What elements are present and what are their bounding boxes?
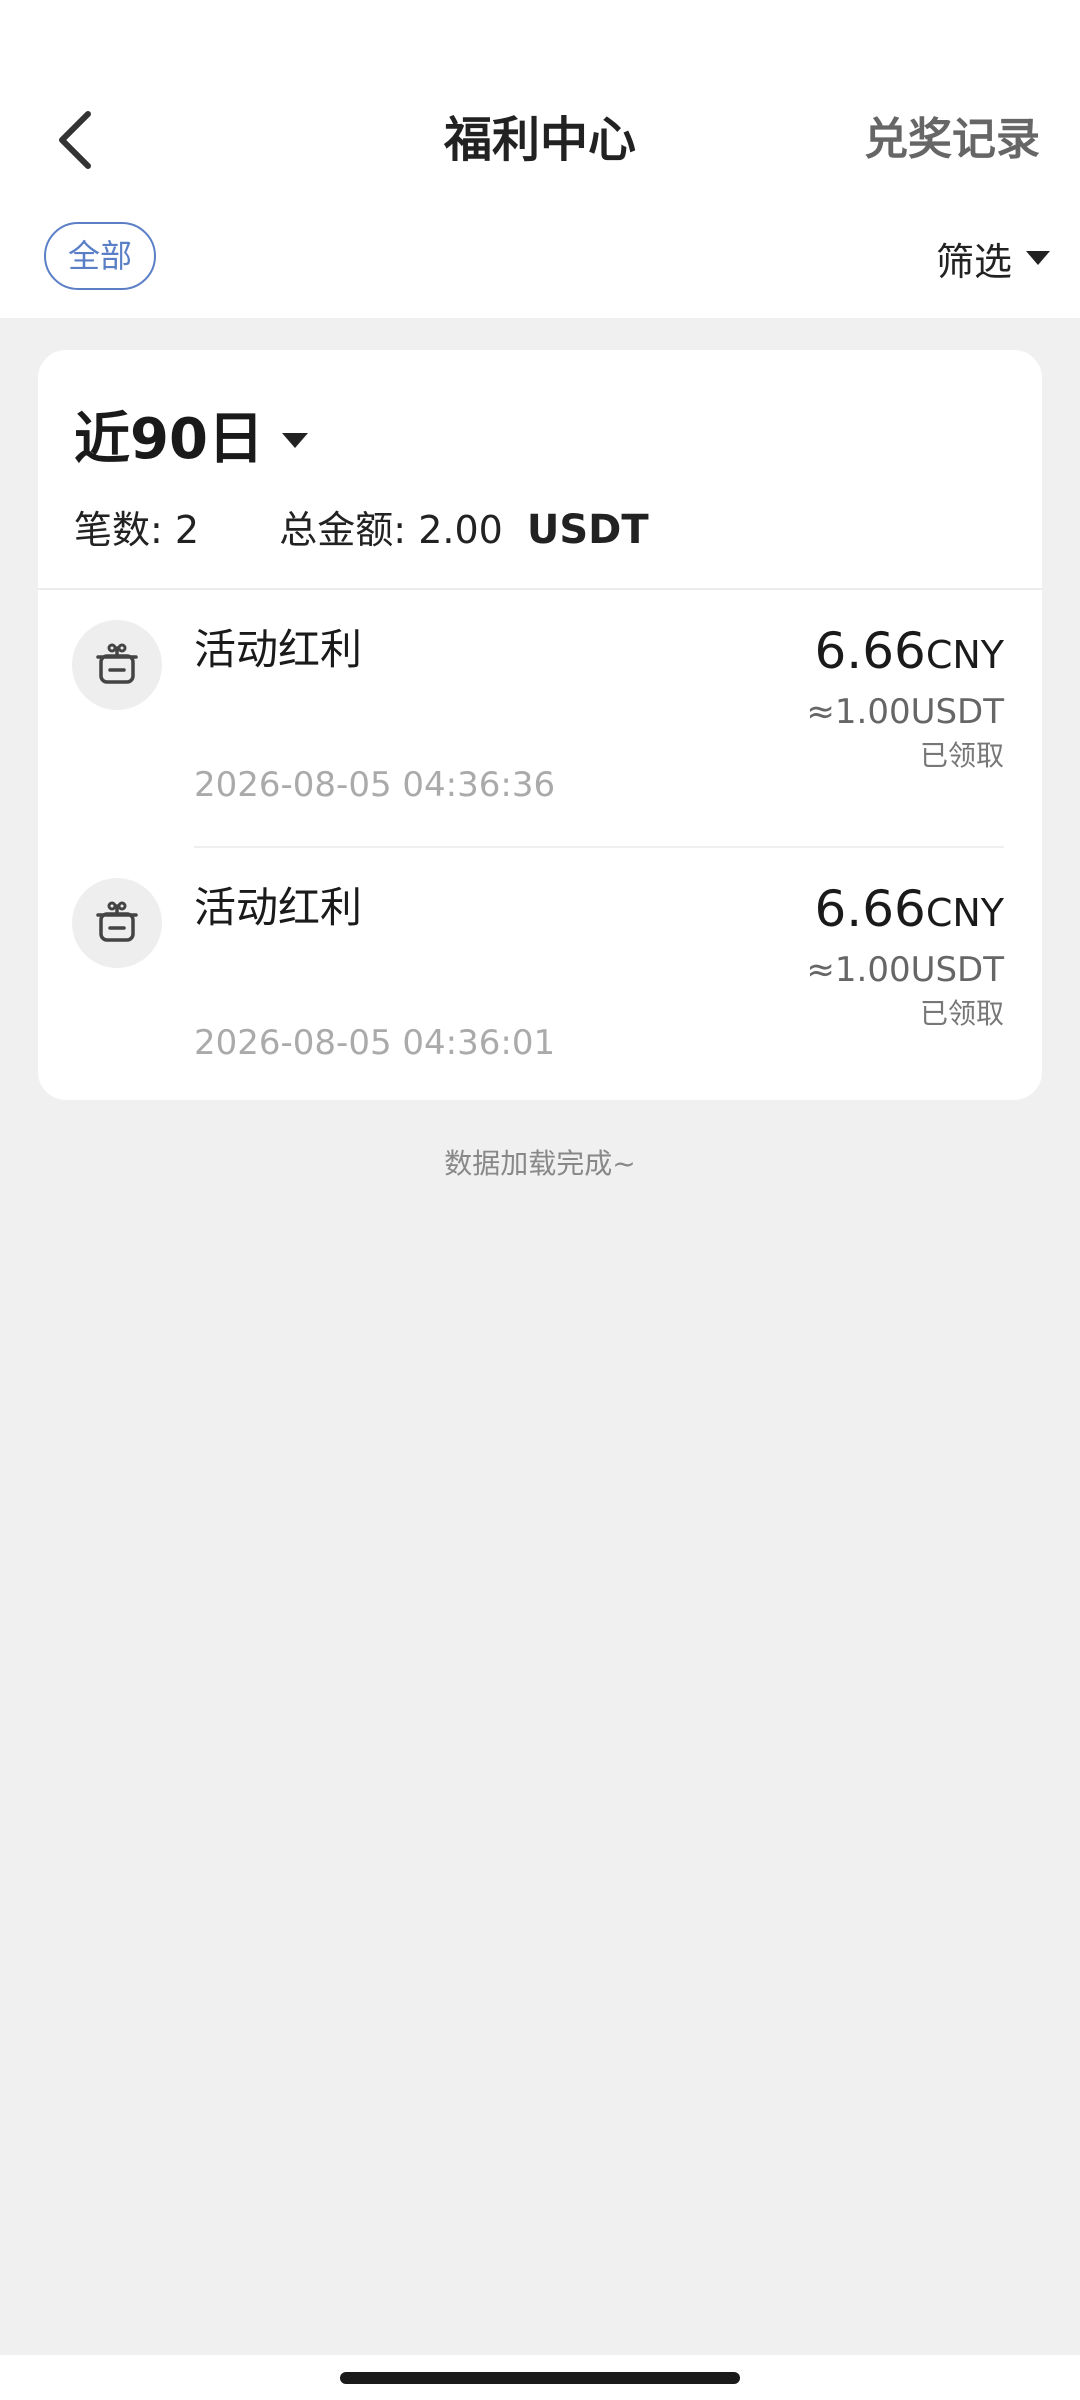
filter-label: 筛选: [935, 239, 1012, 284]
total-label: 总金额:: [279, 508, 407, 552]
record-status: 已领取: [919, 997, 1004, 1030]
gift-box-icon: [72, 620, 162, 710]
record-amount: 6.66CNY: [814, 622, 1005, 680]
count-value: 2: [174, 508, 200, 552]
record-approx-usdt: ≈1.00USDT: [806, 692, 1004, 732]
filter-dropdown[interactable]: 筛选: [936, 228, 1050, 288]
records-card: 近90日 笔数: 2 总金额: 2.00 USDT 活动红利 6.66CNY ≈…: [38, 350, 1042, 1100]
record-time: 2026-08-05 04:36:36: [194, 765, 556, 805]
list-item[interactable]: 活动红利 6.66CNY ≈1.00USDT 已领取 2026-08-05 04…: [38, 590, 1042, 848]
record-time: 2026-08-05 04:36:01: [194, 1023, 556, 1063]
list-item[interactable]: 活动红利 6.66CNY ≈1.00USDT 已领取 2026-08-05 04…: [38, 848, 1042, 1100]
period-selector[interactable]: 近90日: [74, 400, 308, 480]
record-status: 已领取: [919, 739, 1004, 772]
summary-line: 笔数: 2 总金额: 2.00 USDT: [74, 500, 649, 560]
period-label: 近90日: [74, 407, 264, 472]
gift-box-icon: [72, 878, 162, 968]
record-approx-usdt: ≈1.00USDT: [806, 950, 1004, 990]
total-unit: USDT: [526, 507, 649, 553]
filter-row: 全部 筛选: [0, 222, 1080, 294]
total-value: 2.00: [418, 508, 503, 552]
nav-bar: 福利中心 兑奖记录: [0, 90, 1080, 190]
record-title: 活动红利: [194, 883, 363, 932]
load-complete-text: 数据加载完成~: [444, 1147, 636, 1180]
filter-chip-all[interactable]: 全部: [44, 222, 156, 290]
count-label: 笔数:: [74, 508, 163, 552]
home-indicator[interactable]: [340, 2372, 740, 2384]
caret-down-icon: [281, 432, 308, 448]
top-area: 福利中心 兑奖记录 全部 筛选: [0, 0, 1080, 318]
record-amount: 6.66CNY: [814, 880, 1005, 938]
redeem-records-link[interactable]: 兑奖记录: [864, 110, 1040, 170]
record-title: 活动红利: [194, 625, 363, 674]
caret-down-icon: [1026, 251, 1050, 265]
